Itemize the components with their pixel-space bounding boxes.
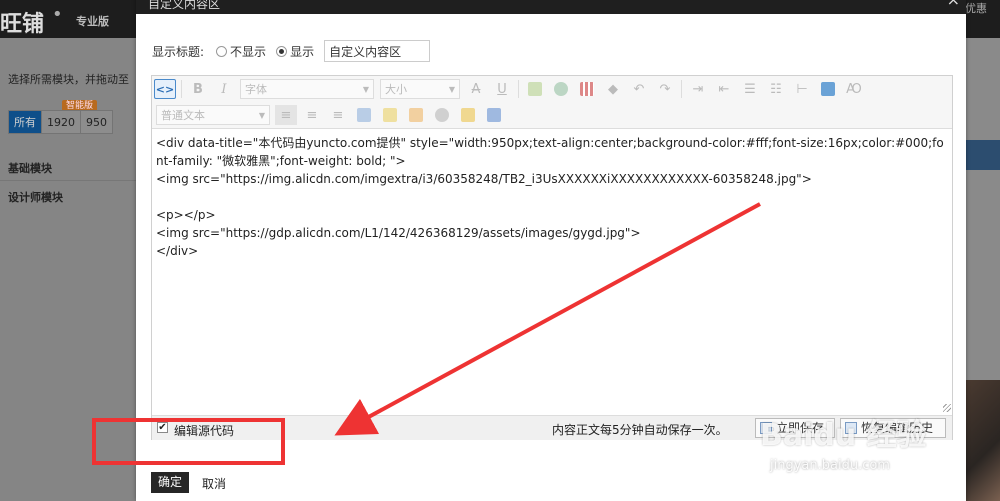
- category-divider: [0, 180, 138, 181]
- edition-label: 专业版: [76, 15, 109, 28]
- italic-icon[interactable]: I: [213, 79, 235, 99]
- watermark-url: jingyan.baidu.com: [770, 458, 890, 473]
- category-designer[interactable]: 设计师模块: [8, 189, 63, 205]
- tab-all[interactable]: 所有: [8, 110, 42, 134]
- show-title-row: 显示标题: 不显示 显示: [152, 38, 431, 64]
- insert-media-icon[interactable]: [817, 79, 839, 99]
- baidu-watermark: Baidu 经验: [760, 418, 927, 453]
- bold-icon[interactable]: B: [187, 79, 209, 99]
- source-line: <img src="https://img.alicdn.com/imgextr…: [156, 172, 812, 186]
- preview-banner: [966, 140, 1000, 170]
- fill-color-icon[interactable]: ◆: [602, 79, 624, 99]
- resize-handle[interactable]: [943, 404, 951, 412]
- source-code-button[interactable]: <>: [154, 79, 176, 99]
- source-line: <div data-title="本代码由yuncto.com提供" style…: [156, 136, 944, 168]
- editor-toolbar: <> B I 字体 ▼ 大小 ▼ A U ◆ ↶ ↷ ⇥ ⇤ ☰ ☷ ⊢ Ꜵ 普…: [152, 76, 952, 129]
- toolbar-separator: [681, 80, 682, 98]
- source-line: <img src="https://gdp.alicdn.com/L1/142/…: [156, 226, 641, 240]
- align-left-icon[interactable]: ≡: [275, 105, 297, 125]
- bm-icon[interactable]: [483, 105, 505, 125]
- underline-icon[interactable]: U: [491, 79, 513, 99]
- insert-table-icon[interactable]: [353, 105, 375, 125]
- radio-hide[interactable]: [216, 45, 228, 57]
- show-title-label: 显示标题:: [152, 44, 205, 59]
- dialog-title: 自定义内容区: [148, 0, 221, 11]
- source-line: <p></p>: [156, 208, 216, 222]
- close-icon[interactable]: ×: [947, 0, 960, 9]
- insert-module-icon[interactable]: [457, 105, 479, 125]
- source-line: </div>: [156, 244, 199, 258]
- strikethrough-icon[interactable]: A: [465, 79, 487, 99]
- option-hide-label: 不显示: [230, 44, 267, 59]
- insert-emoticon-icon[interactable]: [379, 105, 401, 125]
- logo-dot: •: [52, 4, 63, 25]
- indent-icon[interactable]: ⇥: [687, 79, 709, 99]
- horizontal-rule-icon[interactable]: ⊢: [791, 79, 813, 99]
- size-select[interactable]: 大小 ▼: [380, 79, 460, 99]
- insert-template-icon[interactable]: [405, 105, 427, 125]
- dialog-titlebar: 自定义内容区 ×: [136, 0, 966, 14]
- undo-icon[interactable]: ↶: [628, 79, 650, 99]
- paragraph-select[interactable]: 普通文本 ▼: [156, 105, 270, 125]
- preview-photo: [966, 380, 1000, 501]
- toolbar-row-1: <> B I 字体 ▼ 大小 ▼ A U ◆ ↶ ↷ ⇥ ⇤ ☰ ☷ ⊢ Ꜵ: [152, 76, 867, 102]
- autosave-notice: 内容正文每5分钟自动保存一次。: [552, 423, 728, 437]
- toolbar-row-2: 普通文本 ▼ ≡ ≡ ≡: [152, 102, 507, 128]
- redo-icon[interactable]: ↷: [654, 79, 676, 99]
- tab-950[interactable]: 950: [80, 110, 113, 134]
- tab-1920[interactable]: 1920: [41, 110, 81, 134]
- module-hint: 选择所需模块，并拖动至: [8, 73, 129, 86]
- source-line: [156, 188, 948, 206]
- source-code-area[interactable]: <div data-title="本代码由yuncto.com提供" style…: [152, 130, 952, 264]
- font-select-value: 字体: [245, 83, 267, 96]
- category-basic[interactable]: 基础模块: [8, 160, 52, 176]
- option-hide-title[interactable]: 不显示: [216, 43, 266, 60]
- option-show-label: 显示: [290, 44, 315, 59]
- align-right-icon[interactable]: ≡: [327, 105, 349, 125]
- paragraph-select-value: 普通文本: [161, 109, 205, 122]
- toolbar-separator: [181, 80, 182, 98]
- ok-button[interactable]: 确定: [151, 472, 189, 493]
- outdent-icon[interactable]: ⇤: [713, 79, 735, 99]
- radio-show[interactable]: [276, 45, 288, 57]
- bullet-list-icon[interactable]: ☰: [739, 79, 761, 99]
- width-tabs: 所有 1920 950: [8, 110, 113, 134]
- insert-image-icon[interactable]: [524, 79, 546, 99]
- eraser-icon[interactable]: [431, 105, 453, 125]
- font-select[interactable]: 字体 ▼: [240, 79, 374, 99]
- option-show-title[interactable]: 显示: [276, 43, 314, 60]
- toolbar-separator: [518, 80, 519, 98]
- insert-link-icon[interactable]: [550, 79, 572, 99]
- clear-format-icon[interactable]: Ꜵ: [843, 79, 865, 99]
- size-select-value: 大小: [385, 83, 407, 96]
- table-icon[interactable]: [576, 79, 598, 99]
- highlight-box: [92, 418, 285, 465]
- rich-text-editor: <> B I 字体 ▼ 大小 ▼ A U ◆ ↶ ↷ ⇥ ⇤ ☰ ☷ ⊢ Ꜵ 普…: [151, 75, 953, 440]
- title-input[interactable]: [324, 40, 431, 62]
- numbered-list-icon[interactable]: ☷: [765, 79, 787, 99]
- app-logo: 旺铺: [0, 11, 45, 37]
- top-right-link[interactable]: 优惠: [965, 0, 1000, 15]
- align-center-icon[interactable]: ≡: [301, 105, 323, 125]
- cancel-button[interactable]: 取消: [202, 475, 226, 492]
